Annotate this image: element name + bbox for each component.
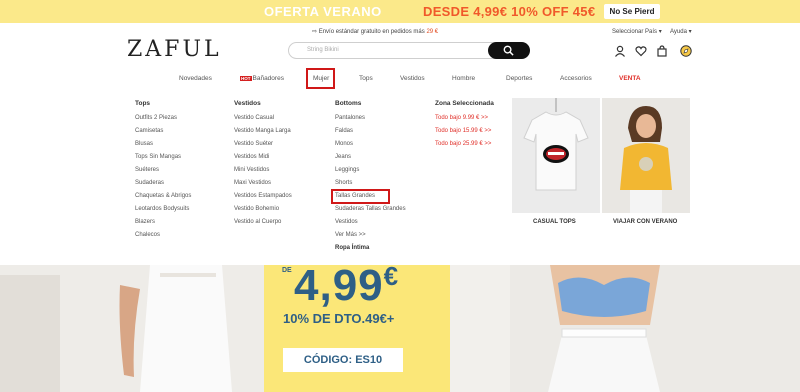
tshirt-illustration (512, 98, 600, 213)
menu-link[interactable]: Vestido Casual (234, 112, 292, 125)
hero-price: 4,99€ (294, 265, 400, 310)
nav-novedades[interactable]: Novedades (179, 75, 212, 82)
menu-link[interactable]: Sudaderas Tallas Grandes (335, 203, 406, 216)
search-bar[interactable]: String Bikini (288, 42, 530, 59)
menu-link[interactable]: Tops Sin Mangas (135, 151, 191, 164)
promo-banner[interactable]: OFERTA VERANO DESDE 4,99€ 10% OFF 45€ No… (0, 0, 800, 23)
menu-link[interactable]: Vestido al Cuerpo (234, 216, 292, 229)
hero-banner[interactable]: DE 4,99€ 10% DE DTO.49€+ CÓDIGO: ES10 (0, 265, 800, 392)
hero-discount-text: 10% DE DTO.49€+ (283, 311, 395, 326)
menu-link[interactable]: Vestidos (335, 216, 406, 229)
menu-link-ropa-intima[interactable]: Ropa Íntima (335, 242, 406, 255)
menu-column-bottoms: Bottoms Pantalones Faldas Monos Jeans Le… (335, 100, 406, 255)
tile-label-casual-tops[interactable]: CASUAL TOPS (533, 219, 576, 225)
menu-link[interactable]: Suéteres (135, 164, 191, 177)
nav-vestidos[interactable]: Vestidos (400, 75, 425, 82)
tallas-grandes-highlight-box (331, 189, 390, 204)
menu-link-price[interactable]: Todo bajo 25.99 € >> (435, 138, 494, 151)
info-strip: ⇨ Envío estándar gratuito en pedidos más… (0, 23, 800, 39)
menu-link[interactable]: Chaquetas & Abrigos (135, 190, 191, 203)
compass-icon[interactable] (680, 45, 692, 57)
menu-heading-tops: Tops (135, 100, 151, 107)
menu-link[interactable]: Maxi Vestidos (234, 177, 292, 190)
country-selector[interactable]: Seleccionar País ▾ (612, 28, 662, 35)
promo-left-text: OFERTA VERANO (264, 4, 382, 19)
search-input[interactable]: String Bikini (307, 47, 339, 53)
model-illustration (602, 98, 690, 213)
hot-badge: HOT (240, 76, 252, 81)
shopping-bag-icon[interactable] (656, 45, 668, 57)
menu-link[interactable]: Leggings (335, 164, 406, 177)
tile-label-viajar[interactable]: VIAJAR CON VERANO (613, 219, 677, 225)
menu-link[interactable]: Vestido Manga Larga (234, 125, 292, 138)
mujer-highlight-box (306, 68, 335, 89)
search-button[interactable] (488, 42, 530, 59)
user-icon[interactable] (614, 45, 626, 57)
menu-link[interactable]: Blazers (135, 216, 191, 229)
promo-cta-button[interactable]: No Se Pierd (604, 4, 660, 19)
menu-link[interactable]: Outfits 2 Piezas (135, 112, 191, 125)
heart-icon[interactable] (635, 45, 647, 57)
nav-accesorios[interactable]: Accesorios (560, 75, 592, 82)
menu-link[interactable]: Vestido Bohemio (234, 203, 292, 216)
nav-hombre[interactable]: Hombre (452, 75, 475, 82)
menu-heading-bottoms: Bottoms (335, 100, 362, 107)
menu-link[interactable]: Faldas (335, 125, 406, 138)
help-menu[interactable]: Ayuda ▾ (670, 28, 692, 35)
hero-left-photo (0, 265, 264, 392)
search-icon (503, 45, 514, 56)
menu-column-tops: Tops Outfits 2 Piezas Camisetas Blusas T… (135, 100, 191, 242)
menu-heading-zona: Zona Seleccionada (435, 100, 494, 107)
menu-link[interactable]: Sudaderas (135, 177, 191, 190)
hero-de-text: DE (282, 267, 292, 274)
nav-venta[interactable]: VENTA (619, 75, 641, 82)
menu-link[interactable]: Camisetas (135, 125, 191, 138)
nav-deportes[interactable]: Deportes (506, 75, 532, 82)
menu-link[interactable]: Leotardos Bodysuits (135, 203, 191, 216)
main-nav: Novedades HOT Bañadores Mujer Tops Vestid… (0, 70, 800, 88)
menu-link[interactable]: Vestidos Midi (234, 151, 292, 164)
menu-column-zona: Zona Seleccionada Todo bajo 9.99 € >> To… (435, 100, 494, 151)
hero-right-photo (450, 265, 800, 392)
shipping-info: ⇨ Envío estándar gratuito en pedidos más… (312, 29, 439, 35)
menu-link[interactable]: Vestidos Estampados (234, 190, 292, 203)
menu-link[interactable]: Mini Vestidos (234, 164, 292, 177)
menu-link[interactable]: Vestido Suéter (234, 138, 292, 151)
viajar-verano-image[interactable] (602, 98, 690, 213)
menu-link[interactable]: Jeans (335, 151, 406, 164)
nav-tops[interactable]: Tops (359, 75, 373, 82)
truck-icon: ⇨ (312, 29, 318, 35)
nav-banadores[interactable]: HOT Bañadores (240, 75, 284, 82)
hero-coupon-code[interactable]: CÓDIGO: ES10 (283, 348, 403, 372)
menu-link-ver-mas[interactable]: Ver Más >> (335, 229, 406, 242)
promo-right-text: DESDE 4,99€ 10% OFF 45€ (423, 4, 596, 19)
menu-link-price[interactable]: Todo bajo 15.99 € >> (435, 125, 494, 138)
menu-link[interactable]: Blusas (135, 138, 191, 151)
menu-heading-vestidos: Vestidos (234, 100, 261, 107)
casual-tops-image[interactable] (512, 98, 600, 213)
menu-link[interactable]: Chalecos (135, 229, 191, 242)
menu-link-price[interactable]: Todo bajo 9.99 € >> (435, 112, 494, 125)
menu-link[interactable]: Monos (335, 138, 406, 151)
menu-link[interactable]: Pantalones (335, 112, 406, 125)
site-logo[interactable]: ZAFUL (127, 37, 222, 62)
menu-column-vestidos: Vestidos Vestido Casual Vestido Manga La… (234, 100, 292, 229)
